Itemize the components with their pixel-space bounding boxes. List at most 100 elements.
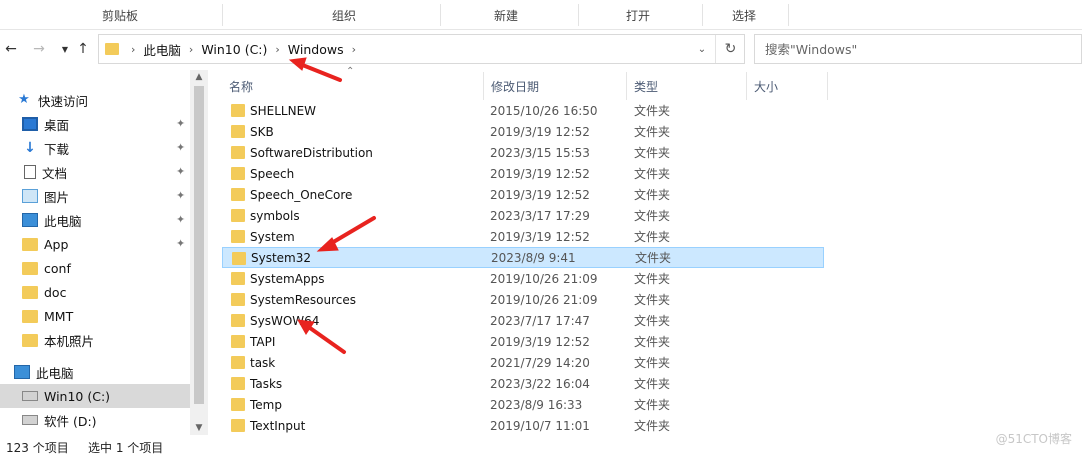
file-date: 2019/3/19 12:52 <box>490 187 590 202</box>
sidebar-item-label: MMT <box>44 308 74 324</box>
sidebar-item-label: 下载 <box>44 141 70 157</box>
breadcrumb-item-this-pc[interactable]: 此电脑 <box>143 40 181 59</box>
column-header-type[interactable]: 类型 <box>627 72 747 100</box>
pin-icon[interactable]: ✦ <box>176 141 185 154</box>
file-row[interactable]: SHELLNEW 2015/10/26 16:50 文件夹 <box>222 100 824 121</box>
file-row[interactable]: System32 2023/8/9 9:41 文件夹 <box>222 247 824 268</box>
search-box[interactable] <box>754 34 1082 64</box>
sidebar-item-pictures[interactable]: 图片 ✦ <box>0 184 190 208</box>
pin-icon[interactable]: ✦ <box>176 213 185 226</box>
file-row[interactable]: Speech 2019/3/19 12:52 文件夹 <box>222 163 824 184</box>
file-row[interactable]: task 2021/7/29 14:20 文件夹 <box>222 352 824 373</box>
selection-count: 选中 1 个项目 <box>88 441 164 455</box>
file-name: Tasks <box>250 376 283 391</box>
column-header-date[interactable]: 修改日期 <box>484 72 627 100</box>
file-row[interactable]: TextInput 2019/10/7 11:01 文件夹 <box>222 415 824 436</box>
pictures-icon <box>22 189 38 203</box>
pin-icon[interactable]: ✦ <box>176 237 185 250</box>
download-icon: ↓ <box>24 140 36 156</box>
file-type: 文件夹 <box>634 377 671 391</box>
file-type: 文件夹 <box>634 230 671 244</box>
file-row[interactable]: SystemResources 2019/10/26 21:09 文件夹 <box>222 289 824 310</box>
file-date: 2019/3/19 12:52 <box>490 166 590 181</box>
chevron-down-icon[interactable]: ▼ <box>56 30 74 68</box>
forward-arrow-icon[interactable]: → <box>30 30 48 68</box>
file-name: SystemApps <box>250 271 325 286</box>
pin-icon[interactable]: ✦ <box>176 189 185 202</box>
sidebar-item-drive-d[interactable]: 软件 (D:) <box>0 408 190 432</box>
folder-icon <box>231 377 245 390</box>
sidebar-scrollbar[interactable]: ▲ ▼ <box>190 70 208 435</box>
drive-icon <box>22 391 38 401</box>
sidebar-item-this-pc-pinned[interactable]: 此电脑 ✦ <box>0 208 190 232</box>
sidebar-item-this-pc[interactable]: 此电脑 <box>0 360 190 384</box>
sidebar-item-doc[interactable]: doc <box>0 280 190 304</box>
sidebar-item-desktop[interactable]: 桌面 ✦ <box>0 112 190 136</box>
address-dropdown-icon[interactable]: ⌄ <box>692 35 712 63</box>
file-row[interactable]: SysWOW64 2023/7/17 17:47 文件夹 <box>222 310 824 331</box>
sidebar-item-drive-c[interactable]: Win10 (C:) <box>0 384 190 408</box>
status-bar: 123 个项目 选中 1 个项目 <box>0 436 1082 455</box>
back-arrow-icon[interactable]: ← <box>2 30 20 68</box>
pin-icon[interactable]: ✦ <box>176 165 185 178</box>
sidebar-item-label: App <box>44 236 69 252</box>
column-headers: 名称 修改日期 类型 大小 <box>222 72 828 100</box>
refresh-icon[interactable]: ↻ <box>715 35 745 63</box>
sidebar-item-mmt[interactable]: MMT <box>0 304 190 328</box>
breadcrumb-chevron-icon[interactable]: › <box>189 43 193 56</box>
breadcrumb-item-windows[interactable]: Windows <box>288 42 344 57</box>
file-row[interactable]: SKB 2019/3/19 12:52 文件夹 <box>222 121 824 142</box>
file-date: 2019/10/7 11:01 <box>490 418 590 433</box>
ribbon-separator <box>440 4 441 26</box>
sidebar-item-quick-access[interactable]: ★ 快速访问 <box>16 88 190 112</box>
file-date: 2015/10/26 16:50 <box>490 103 598 118</box>
breadcrumb-chevron-icon[interactable]: › <box>275 43 279 56</box>
sidebar-item-app[interactable]: App ✦ <box>0 232 190 256</box>
file-row[interactable]: Tasks 2023/3/22 16:04 文件夹 <box>222 373 824 394</box>
file-name: SKB <box>250 124 274 139</box>
file-type: 文件夹 <box>634 293 671 307</box>
file-date: 2019/10/26 21:09 <box>490 271 598 286</box>
address-bar[interactable]: › 此电脑 › Win10 (C:) › Windows › ⌄ ↻ <box>98 34 745 64</box>
sidebar-item-conf[interactable]: conf <box>0 256 190 280</box>
column-header-name[interactable]: 名称 <box>222 72 484 100</box>
file-row[interactable]: SystemApps 2019/10/26 21:09 文件夹 <box>222 268 824 289</box>
column-header-size[interactable]: 大小 <box>747 72 828 100</box>
file-type: 文件夹 <box>634 356 671 370</box>
file-type: 文件夹 <box>634 314 671 328</box>
file-name: TextInput <box>250 418 306 433</box>
file-row[interactable]: SoftwareDistribution 2023/3/15 15:53 文件夹 <box>222 142 824 163</box>
file-type: 文件夹 <box>634 125 671 139</box>
file-row[interactable]: Temp 2023/8/9 16:33 文件夹 <box>222 394 824 415</box>
folder-icon <box>231 293 245 306</box>
pin-icon[interactable]: ✦ <box>176 117 185 130</box>
folder-icon <box>231 188 245 201</box>
file-name: TAPI <box>250 334 276 349</box>
search-input[interactable] <box>765 41 1081 57</box>
sidebar-item-label: 快速访问 <box>38 93 89 109</box>
sidebar-item-downloads[interactable]: ↓ 下载 ✦ <box>0 136 190 160</box>
folder-icon <box>231 398 245 411</box>
file-row[interactable]: TAPI 2019/3/19 12:52 文件夹 <box>222 331 824 352</box>
breadcrumb-chevron-icon[interactable]: › <box>131 43 135 56</box>
scroll-down-icon[interactable]: ▼ <box>190 421 208 435</box>
folder-icon <box>231 314 245 327</box>
sidebar-item-label: doc <box>44 284 67 300</box>
scroll-up-icon[interactable]: ▲ <box>190 70 208 84</box>
file-row[interactable]: System 2019/3/19 12:52 文件夹 <box>222 226 824 247</box>
ribbon: 剪贴板 组织 新建 打开 选择 <box>0 0 1082 30</box>
item-count: 123 个项目 <box>6 441 69 455</box>
file-name: Speech <box>250 166 295 181</box>
file-row[interactable]: Speech_OneCore 2019/3/19 12:52 文件夹 <box>222 184 824 205</box>
file-type: 文件夹 <box>634 419 671 433</box>
sidebar-item-documents[interactable]: 文档 ✦ <box>0 160 190 184</box>
breadcrumb-chevron-icon[interactable]: › <box>352 43 356 56</box>
sidebar-item-local-photos[interactable]: 本机照片 <box>0 328 190 352</box>
star-icon: ★ <box>18 92 30 107</box>
folder-icon <box>231 272 245 285</box>
scrollbar-thumb[interactable] <box>194 86 204 404</box>
file-row[interactable]: symbols 2023/3/17 17:29 文件夹 <box>222 205 824 226</box>
up-arrow-icon[interactable]: ↑ <box>74 30 92 68</box>
breadcrumb-item-drive-c[interactable]: Win10 (C:) <box>201 42 267 57</box>
file-date: 2019/3/19 12:52 <box>490 334 590 349</box>
